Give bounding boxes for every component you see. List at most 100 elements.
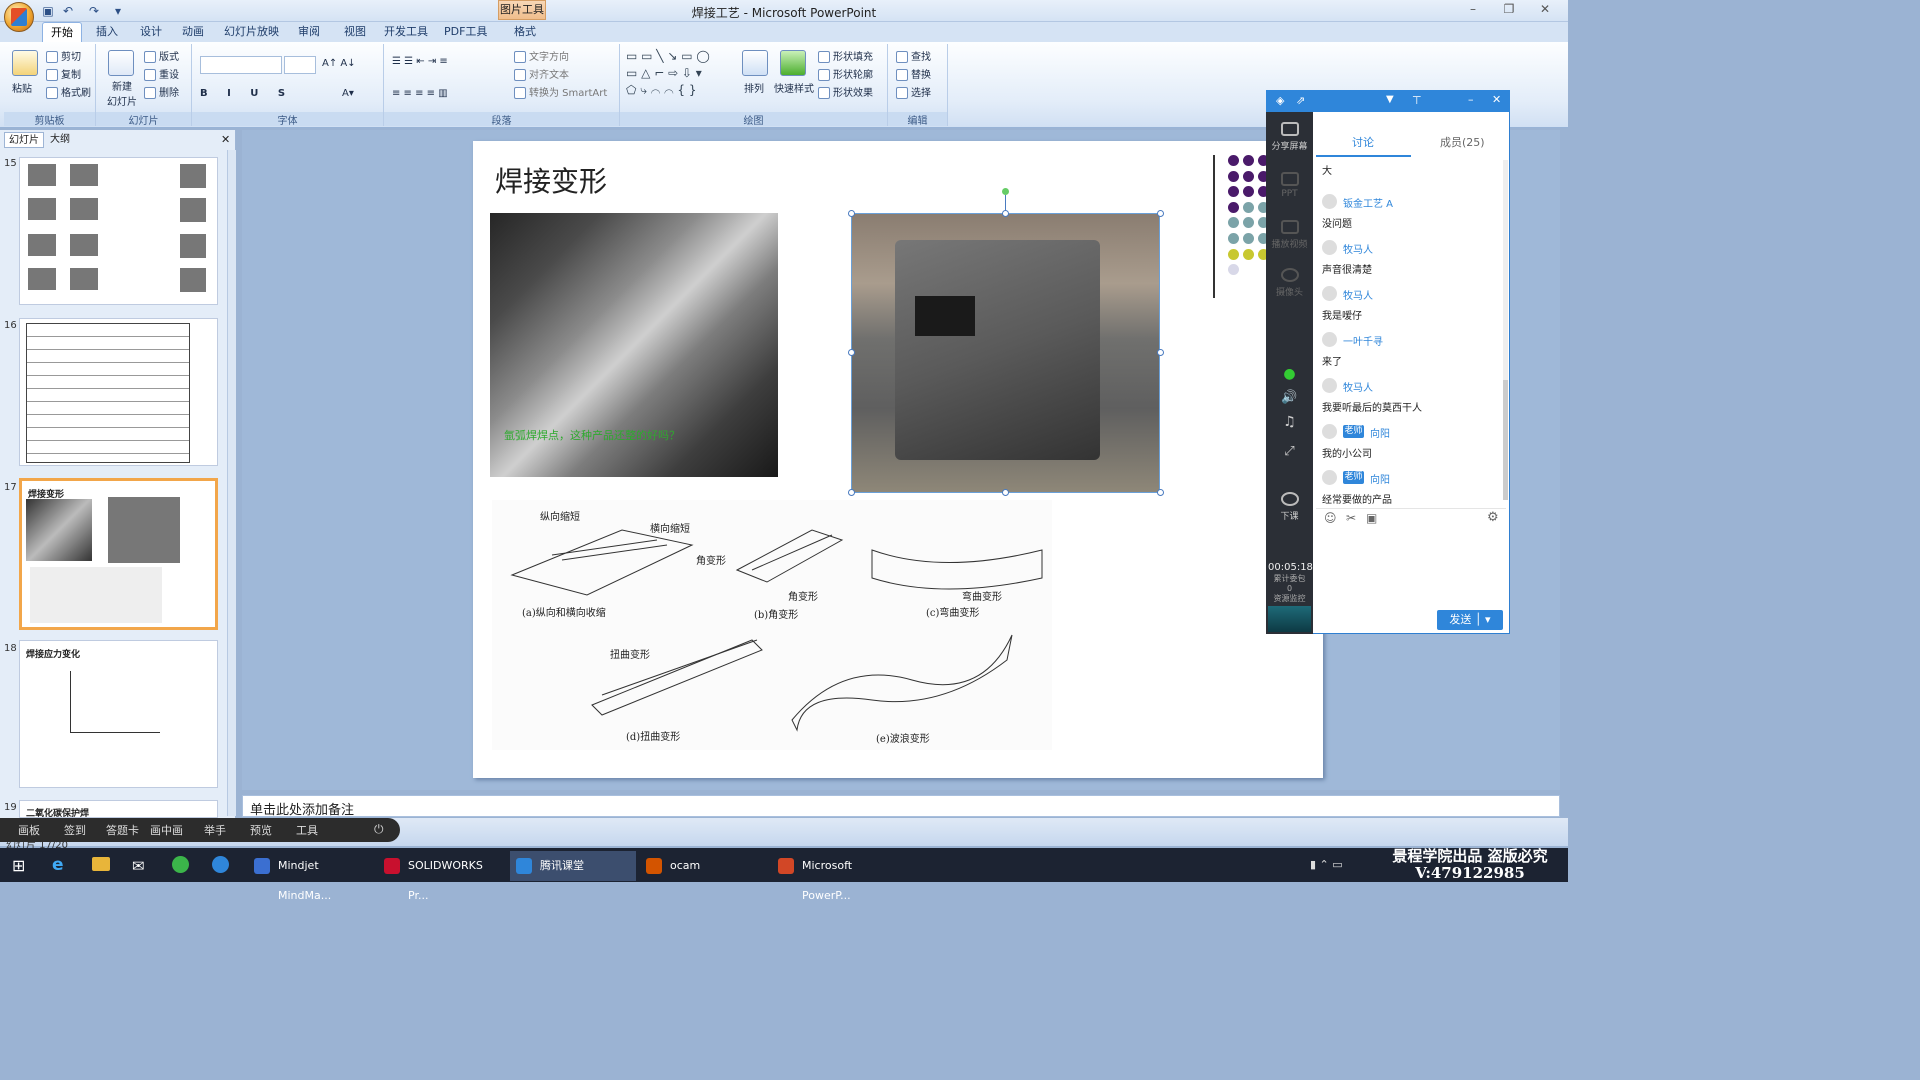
select-button[interactable]: 选择 <box>896 84 931 99</box>
minimize-icon[interactable]: – <box>1468 93 1474 106</box>
class-toolbar-item[interactable]: 预览 <box>250 822 272 838</box>
chat-input[interactable] <box>1318 530 1504 604</box>
user-avatar[interactable] <box>1322 424 1337 439</box>
fullscreen-icon[interactable]: ⤢ <box>1266 444 1313 459</box>
taskbar-app[interactable]: Mindjet MindMa... <box>248 851 374 902</box>
shape-fill-button[interactable]: 形状填充 <box>818 48 873 63</box>
windows-start-icon[interactable]: ⊞ <box>12 856 25 875</box>
music-icon[interactable]: ♫ <box>1266 414 1313 430</box>
font-style-buttons[interactable]: B I U S <box>200 88 293 99</box>
speaker-icon[interactable]: 🔊 <box>1266 390 1313 405</box>
send-button[interactable]: 发送 │ ▾ <box>1437 610 1503 630</box>
arrange-button[interactable]: 排列 <box>744 80 764 95</box>
ribbon-tab-5[interactable]: 审阅 <box>290 22 328 42</box>
maximize-button[interactable]: ❐ <box>1496 2 1522 18</box>
cut-button[interactable]: 剪切 <box>46 48 81 63</box>
slide-thumb-15[interactable] <box>19 157 218 305</box>
ribbon-tab-8[interactable]: PDF工具 <box>436 22 495 42</box>
ribbon-tab-0[interactable]: 开始 <box>42 22 82 42</box>
resize-handle[interactable] <box>848 489 855 496</box>
close-icon[interactable]: ✕ <box>1492 93 1501 106</box>
camera-button[interactable]: 摄像头 <box>1266 268 1313 298</box>
quick-styles-button[interactable]: 快速样式 <box>774 80 814 95</box>
bullets-icon[interactable]: ☰ ☰ ⇤ ⇥ ≡ <box>392 56 448 67</box>
resize-handle[interactable] <box>1002 210 1009 217</box>
taskbar-app[interactable]: Microsoft PowerP... <box>772 851 898 902</box>
share-icon[interactable]: ⇗ <box>1296 94 1305 107</box>
play-video-button[interactable]: 播放视频 <box>1266 220 1313 250</box>
align-text-button[interactable]: 对齐文本 <box>514 66 569 81</box>
emoji-icon[interactable]: ☺ <box>1324 511 1337 525</box>
class-toolbar-item[interactable]: 画板 <box>18 822 40 838</box>
message-username[interactable]: 向阳 <box>1370 471 1390 486</box>
taskbar-app[interactable]: 腾讯课堂 <box>510 851 636 881</box>
class-toolbar-item[interactable]: 签到 <box>64 822 86 838</box>
app-icon-green[interactable] <box>172 856 189 873</box>
power-icon[interactable]: ⏻ <box>374 822 384 837</box>
layout-button[interactable]: 版式 <box>144 48 179 63</box>
taskbar-app[interactable]: SOLIDWORKS Pr... <box>378 851 504 902</box>
ppt-button[interactable]: PPT <box>1266 172 1313 199</box>
slide-thumb-17-selected[interactable]: 焊接变形 <box>19 478 218 630</box>
ribbon-tab-4[interactable]: 幻灯片放映 <box>216 22 287 42</box>
ribbon-tab-2[interactable]: 设计 <box>132 22 170 42</box>
shape-effects-button[interactable]: 形状效果 <box>818 84 873 99</box>
format-painter-button[interactable]: 格式刷 <box>46 84 91 99</box>
find-button[interactable]: 查找 <box>896 48 931 63</box>
image-icon[interactable]: ▣ <box>1366 511 1377 525</box>
file-explorer-icon[interactable] <box>92 857 110 871</box>
notes-pane[interactable]: 单击此处添加备注 <box>242 795 1560 818</box>
message-username[interactable]: 牧马人 <box>1343 379 1373 394</box>
chat-scroll-thumb[interactable] <box>1503 380 1508 500</box>
resize-handle[interactable] <box>848 210 855 217</box>
ribbon-tab-1[interactable]: 插入 <box>88 22 126 42</box>
user-avatar[interactable] <box>1322 332 1337 347</box>
pin-icon[interactable]: ◈ <box>1276 94 1284 107</box>
close-pane-icon[interactable]: ✕ <box>221 133 230 146</box>
user-avatar[interactable] <box>1322 378 1337 393</box>
settings-gear-icon[interactable]: ⚙ <box>1487 510 1499 525</box>
slide-thumb-18[interactable]: 焊接应力变化 <box>19 640 218 788</box>
message-username[interactable]: 向阳 <box>1370 425 1390 440</box>
delete-button[interactable]: 删除 <box>144 84 179 99</box>
class-toolbar-item[interactable]: 画中画 <box>150 822 183 838</box>
user-avatar[interactable] <box>1322 194 1337 209</box>
slides-scrollbar[interactable] <box>227 150 236 816</box>
welding-deformation-diagram[interactable]: 纵向缩短 横向缩短 (a)纵向和横向收缩 角变形 角变形 (b)角变形 弯曲变形… <box>492 500 1052 750</box>
class-toolbar-item[interactable]: 工具 <box>296 822 318 838</box>
quick-styles-icon[interactable] <box>780 50 806 76</box>
edge-browser-icon[interactable]: e <box>52 855 64 875</box>
message-username[interactable]: 牧马人 <box>1343 241 1373 256</box>
paste-button[interactable]: 粘贴 <box>12 80 32 95</box>
arrange-icon[interactable] <box>742 50 768 76</box>
resize-handle[interactable] <box>1157 349 1164 356</box>
paste-icon[interactable] <box>12 50 38 76</box>
system-tray-icons[interactable]: ▮ ⌃ ▭ <box>1310 858 1343 871</box>
copy-button[interactable]: 复制 <box>46 66 81 81</box>
new-slide-icon[interactable] <box>108 50 134 76</box>
tab-discussion[interactable]: 讨论 <box>1352 134 1374 150</box>
smartart-button[interactable]: 转换为 SmartArt <box>514 84 607 99</box>
user-avatar[interactable] <box>1322 240 1337 255</box>
resize-handle[interactable] <box>1002 489 1009 496</box>
replace-button[interactable]: 替换 <box>896 66 931 81</box>
close-button[interactable]: ✕ <box>1532 2 1558 18</box>
message-username[interactable]: 一叶千寻 <box>1343 333 1383 348</box>
slide-thumb-16[interactable] <box>19 318 218 466</box>
grow-font-icon[interactable]: A↑ A↓ <box>322 58 356 69</box>
user-avatar[interactable] <box>1322 286 1337 301</box>
tab-outline[interactable]: 大纲 <box>46 132 74 148</box>
scissors-icon[interactable]: ✂ <box>1346 511 1356 525</box>
tab-members[interactable]: 成员(25) <box>1440 134 1485 150</box>
reset-button[interactable]: 重设 <box>144 66 179 81</box>
dropdown-icon[interactable]: ▼ <box>1386 94 1394 105</box>
font-color-icon[interactable]: A▾ <box>342 88 354 99</box>
font-size-combo[interactable] <box>284 56 316 74</box>
share-screen-button[interactable]: 分享屏幕 <box>1266 122 1313 152</box>
tab-slides[interactable]: 幻灯片 <box>4 132 44 148</box>
slide-title[interactable]: 焊接变形 <box>495 160 607 200</box>
app-icon-blue[interactable] <box>212 856 229 873</box>
font-family-combo[interactable] <box>200 56 282 74</box>
resize-handle[interactable] <box>848 349 855 356</box>
class-toolbar-item[interactable]: 答题卡 <box>106 822 139 838</box>
